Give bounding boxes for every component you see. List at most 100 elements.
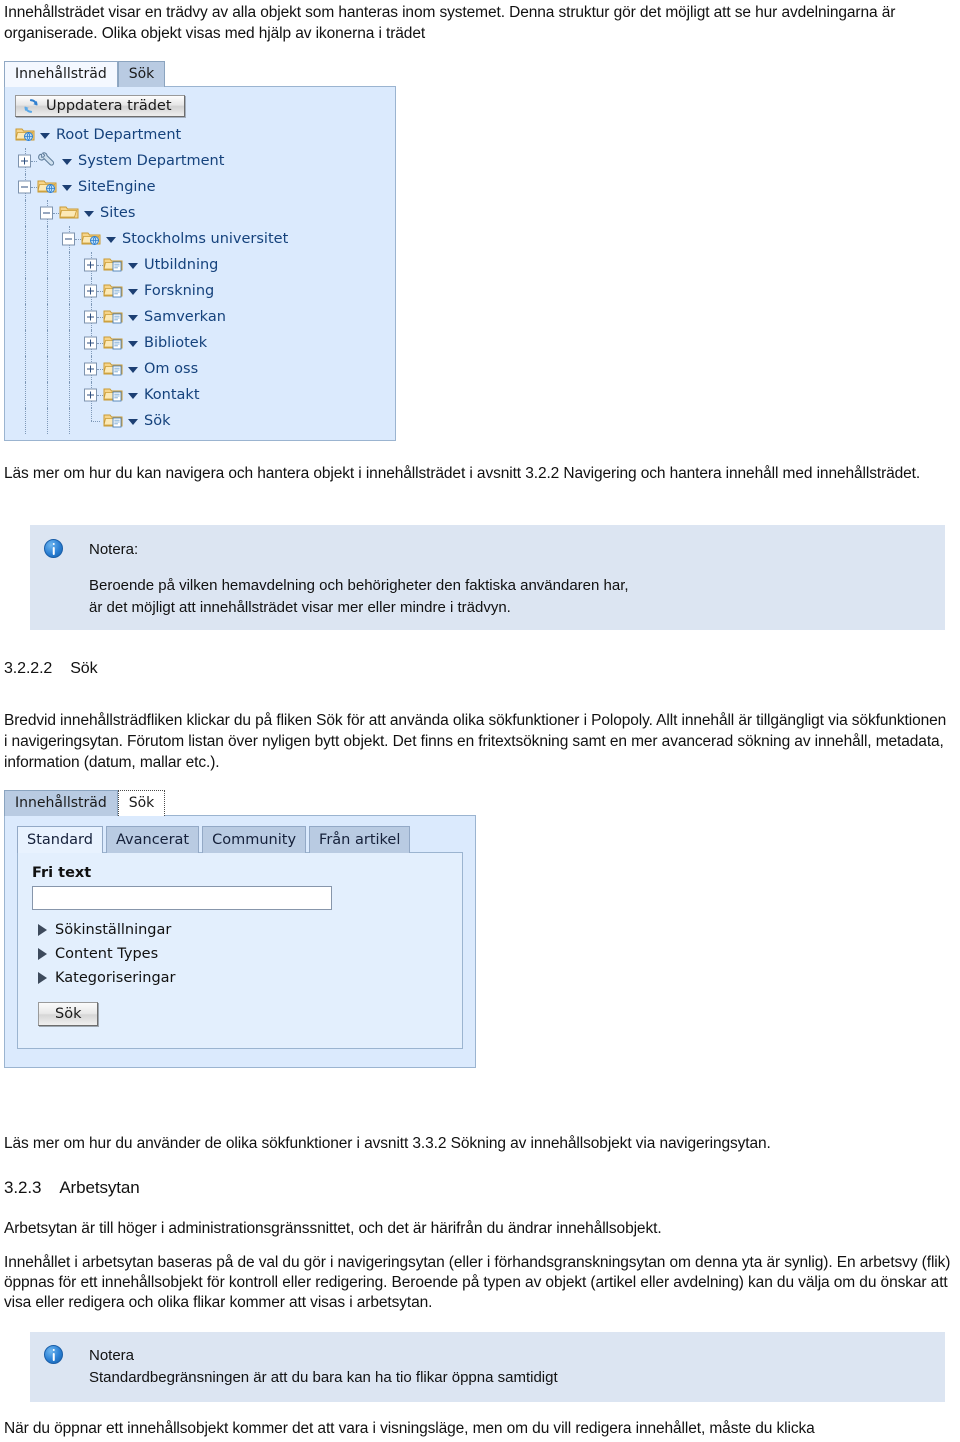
- folder-page-icon: [103, 307, 125, 327]
- tree-node-samverkan[interactable]: Samverkan: [15, 304, 389, 330]
- expand-toggle[interactable]: [81, 278, 103, 304]
- tree-node-kontakt[interactable]: Kontakt: [15, 382, 389, 408]
- folder-icon: [59, 203, 81, 223]
- tree-node-stockholms-universitet[interactable]: Stockholms universitet: [15, 226, 389, 252]
- search-submit-label: Sök: [55, 1006, 82, 1022]
- search-widget-tabs: Innehållsträd Sök: [4, 790, 476, 816]
- inner-tab-standard[interactable]: Standard: [17, 826, 103, 853]
- tree-guide: [59, 330, 81, 356]
- inner-tab-community-label: Community: [212, 832, 297, 848]
- section-heading-3222: 3.2.2.2 Sök: [4, 660, 98, 678]
- tree-guide: [59, 356, 81, 382]
- tree-node-system-department[interactable]: System Department: [15, 148, 389, 174]
- refresh-icon: [23, 98, 39, 114]
- collapse-toggle[interactable]: [59, 226, 81, 252]
- collapse-toggle[interactable]: [15, 174, 37, 200]
- tree-guide: [37, 226, 59, 252]
- caret-down-icon[interactable]: [128, 262, 138, 269]
- tree-guide: [15, 252, 37, 278]
- tree-guide: [59, 252, 81, 278]
- search-panel-screenshot: Innehållsträd Sök Standard Avancerat Com…: [4, 790, 476, 1068]
- caret-down-icon[interactable]: [128, 288, 138, 295]
- collapsible-kategoriseringar[interactable]: Kategoriseringar: [38, 966, 448, 990]
- caret-down-icon[interactable]: [128, 366, 138, 373]
- tree-node-utbildning[interactable]: Utbildning: [15, 252, 389, 278]
- folder-globe-icon: [15, 125, 37, 145]
- paragraph-after-search: Läs mer om hur du använder de olika sökf…: [4, 1135, 771, 1152]
- tree-widget-tabs: Innehållsträd Sök: [4, 61, 396, 87]
- folder-globe-icon: [81, 229, 103, 249]
- caret-down-icon[interactable]: [84, 210, 94, 217]
- paragraph-after-tree: Läs mer om hur du kan navigera och hante…: [4, 465, 921, 482]
- expand-toggle[interactable]: [81, 330, 103, 356]
- inner-tab-fran-artikel[interactable]: Från artikel: [309, 826, 411, 853]
- collapsible-label: Content Types: [55, 946, 159, 962]
- tree-guide: [37, 330, 59, 356]
- folder-page-icon: [103, 385, 125, 405]
- search-form: Fri text Sökinställningar Content Types …: [17, 852, 463, 1049]
- tree-node-sites[interactable]: Sites: [15, 200, 389, 226]
- caret-down-icon[interactable]: [40, 132, 50, 139]
- tree-node-root-department[interactable]: Root Department: [15, 122, 389, 148]
- tree-node-sok[interactable]: Sök: [15, 408, 389, 434]
- tree-node-forskning[interactable]: Forskning: [15, 278, 389, 304]
- tree-node-bibliotek[interactable]: Bibliotek: [15, 330, 389, 356]
- inner-tab-avancerat[interactable]: Avancerat: [105, 826, 200, 853]
- section-number: 3.2.3: [4, 1178, 42, 1197]
- collapsible-content-types[interactable]: Content Types: [38, 942, 448, 966]
- tree-guide: [15, 200, 37, 226]
- folder-page-icon: [103, 359, 125, 379]
- tree-guide: [37, 356, 59, 382]
- tree-panel: Uppdatera trädet Root Department System …: [4, 86, 396, 441]
- inner-tab-community[interactable]: Community: [202, 826, 307, 853]
- triangle-right-icon: [38, 948, 47, 960]
- tab-sok[interactable]: Sök: [117, 790, 166, 816]
- tree-guide: [59, 408, 81, 434]
- caret-down-icon[interactable]: [62, 184, 72, 191]
- expand-toggle[interactable]: [81, 304, 103, 330]
- tree-guide: [59, 278, 81, 304]
- caret-down-icon[interactable]: [106, 236, 116, 243]
- closing-paragraph: När du öppnar ett innehållsobjekt kommer…: [4, 1420, 815, 1437]
- tree-node-label: Bibliotek: [144, 335, 208, 351]
- note-callout-2: Notera Standardbegränsningen är att du b…: [30, 1332, 945, 1402]
- section-title: Sök: [70, 660, 98, 677]
- tree-node-label: Sök: [144, 413, 171, 429]
- tree-guide: [37, 278, 59, 304]
- note-title: Notera: [89, 1347, 135, 1364]
- search-inner-tabs: Standard Avancerat Community Från artike…: [17, 826, 463, 853]
- tab-innehallstrad[interactable]: Innehållsträd: [4, 790, 118, 816]
- refresh-tree-button[interactable]: Uppdatera trädet: [15, 95, 185, 117]
- tree-guide: [59, 304, 81, 330]
- note-body-line-1: Standardbegränsningen är att du bara kan…: [89, 1369, 558, 1386]
- tree-node-om-oss[interactable]: Om oss: [15, 356, 389, 382]
- tree-guide: [15, 408, 37, 434]
- tree-node-label: SiteEngine: [78, 179, 156, 195]
- tree-node-siteengine[interactable]: SiteEngine: [15, 174, 389, 200]
- tab-innehallstrad[interactable]: Innehållsträd: [4, 61, 118, 87]
- free-text-input[interactable]: [32, 886, 332, 910]
- collapsible-sokinstallningar[interactable]: Sökinställningar: [38, 918, 448, 942]
- folder-page-icon: [103, 333, 125, 353]
- caret-down-icon[interactable]: [128, 314, 138, 321]
- expand-toggle[interactable]: [81, 382, 103, 408]
- caret-down-icon[interactable]: [128, 340, 138, 347]
- tab-sok[interactable]: Sök: [117, 61, 166, 87]
- tree-node-label: Sites: [100, 205, 136, 221]
- inner-tab-fran-artikel-label: Från artikel: [319, 832, 401, 848]
- collapse-toggle[interactable]: [37, 200, 59, 226]
- expand-toggle[interactable]: [81, 356, 103, 382]
- caret-down-icon[interactable]: [62, 158, 72, 165]
- folder-globe-icon: [37, 177, 59, 197]
- tree-node-label: Samverkan: [144, 309, 226, 325]
- inner-tab-standard-label: Standard: [27, 832, 93, 848]
- tab-sok-label: Sök: [128, 66, 155, 82]
- search-submit-button[interactable]: Sök: [38, 1002, 99, 1026]
- triangle-right-icon: [38, 924, 47, 936]
- expand-toggle[interactable]: [81, 252, 103, 278]
- caret-down-icon[interactable]: [128, 418, 138, 425]
- tree-guide: [15, 226, 37, 252]
- expand-toggle[interactable]: [15, 148, 37, 174]
- info-icon: [44, 539, 63, 558]
- caret-down-icon[interactable]: [128, 392, 138, 399]
